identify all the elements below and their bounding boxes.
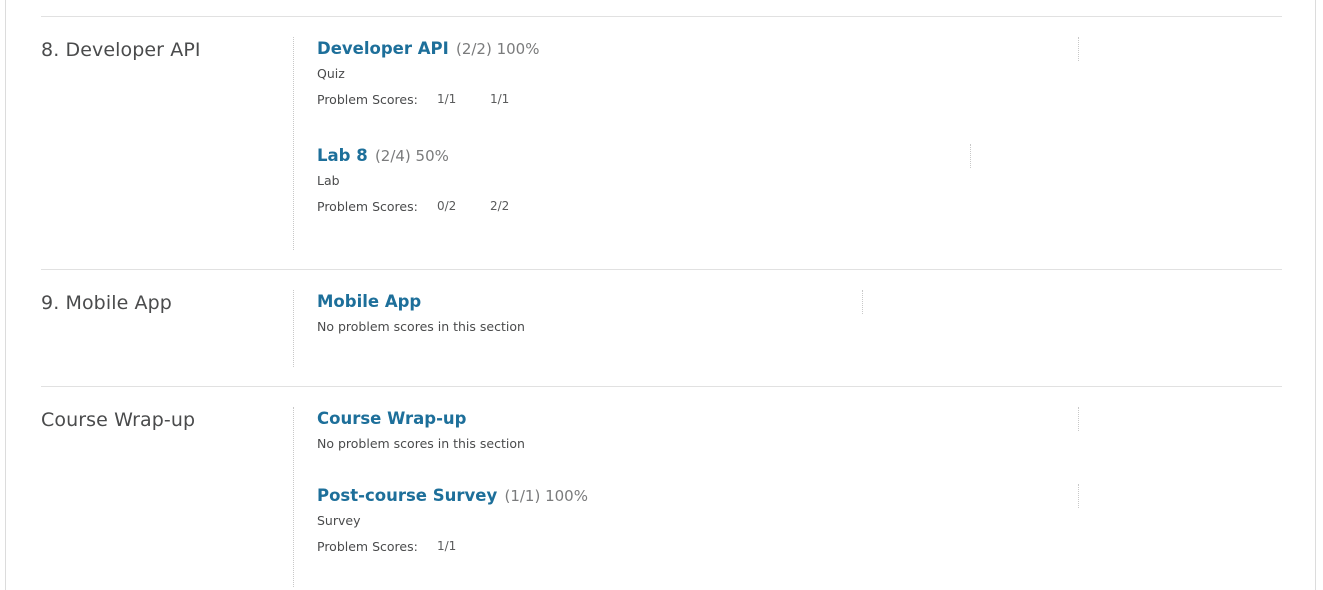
section-post-course-survey: Post-course Survey (1/1) 100% Survey Pro… bbox=[317, 484, 1079, 554]
section-divider bbox=[1078, 407, 1079, 431]
section-score: (2/2) 100% bbox=[455, 40, 540, 58]
section-type: Quiz bbox=[317, 66, 345, 81]
problem-score: 1/1 bbox=[490, 92, 510, 106]
section-score: (1/1) 100% bbox=[504, 487, 588, 505]
problem-score: 1/1 bbox=[437, 92, 457, 106]
section-link-post-course-survey[interactable]: Post-course Survey bbox=[317, 486, 497, 505]
problem-scores-label: Problem Scores: bbox=[317, 199, 418, 214]
section-divider bbox=[862, 290, 863, 314]
problem-scores: Problem Scores: 1/1 1/1 bbox=[317, 92, 543, 107]
chapter-sections: Mobile App No problem scores in this sec… bbox=[293, 290, 863, 367]
section-type: Lab bbox=[317, 173, 340, 188]
chapter-mobile-app: 9. Mobile App Mobile App No problem scor… bbox=[41, 270, 1282, 387]
section-divider bbox=[1078, 37, 1079, 61]
section-lab-8: Lab 8 (2/4) 50% Lab Problem Scores: 0/2 … bbox=[317, 144, 971, 244]
chapter-title: Course Wrap-up bbox=[41, 409, 196, 431]
problem-scores-label: Problem Scores: bbox=[317, 92, 418, 107]
chapter-sections: Course Wrap-up No problem scores in this… bbox=[293, 407, 1079, 587]
section-link-course-wrap-up[interactable]: Course Wrap-up bbox=[317, 409, 466, 428]
section-link-mobile-app[interactable]: Mobile App bbox=[317, 292, 421, 311]
problem-score: 0/2 bbox=[437, 199, 457, 213]
section-mobile-app: Mobile App No problem scores in this sec… bbox=[317, 290, 863, 334]
chapter-title: 9. Mobile App bbox=[41, 292, 172, 314]
section-developer-api: Developer API (2/2) 100% Quiz Problem Sc… bbox=[317, 37, 1079, 144]
chapter-title: 8. Developer API bbox=[41, 39, 201, 61]
section-score: (2/4) 50% bbox=[374, 147, 449, 165]
section-link-lab-8[interactable]: Lab 8 bbox=[317, 146, 368, 165]
problem-scores: Problem Scores: 0/2 2/2 bbox=[317, 199, 543, 214]
problem-scores: Problem Scores: 1/1 bbox=[317, 539, 588, 554]
chapter-sections: Developer API (2/2) 100% Quiz Problem Sc… bbox=[293, 37, 1079, 250]
no-scores-message: No problem scores in this section bbox=[317, 436, 525, 451]
chapter-course-wrap-up: Course Wrap-up Course Wrap-up No problem… bbox=[41, 387, 1282, 587]
section-type: Survey bbox=[317, 513, 361, 528]
chapter-developer-api: 8. Developer API Developer API (2/2) 100… bbox=[41, 17, 1282, 270]
section-course-wrap-up: Course Wrap-up No problem scores in this… bbox=[317, 407, 1079, 484]
no-scores-message: No problem scores in this section bbox=[317, 319, 525, 334]
section-divider bbox=[1078, 484, 1079, 508]
problem-score: 1/1 bbox=[437, 539, 457, 553]
section-link-developer-api[interactable]: Developer API bbox=[317, 39, 449, 58]
problem-score: 2/2 bbox=[490, 199, 510, 213]
problem-scores-label: Problem Scores: bbox=[317, 539, 418, 554]
section-divider bbox=[970, 144, 971, 168]
